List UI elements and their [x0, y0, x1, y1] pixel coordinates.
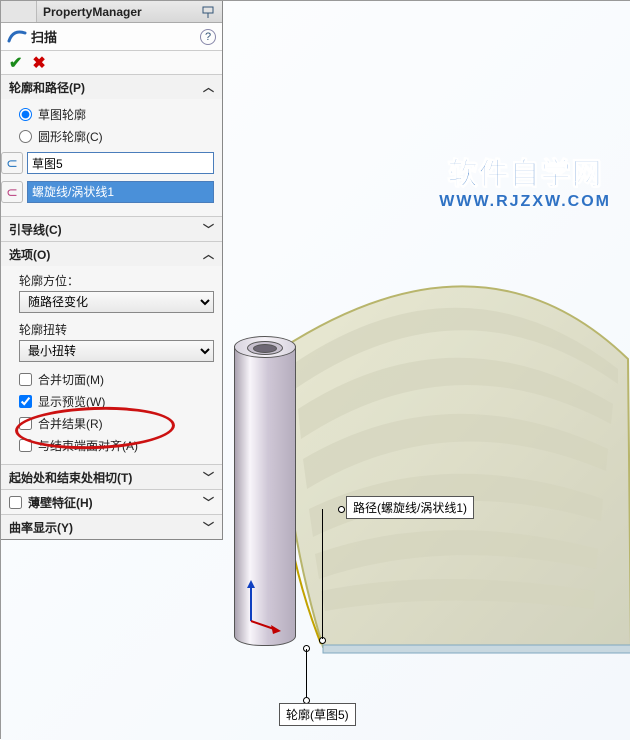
callout-path[interactable]: 路径(螺旋线/涡状线1) [346, 496, 474, 519]
callout-profile[interactable]: 轮廓(草图5) [279, 703, 356, 726]
section-title-profile-path: 轮廓和路径(P) [9, 79, 85, 96]
dropdown-twist[interactable]: 最小扭转 [19, 340, 214, 362]
section-title-start-end: 起始处和结束处相切(T) [9, 469, 132, 486]
check-merge-result[interactable]: 合并结果(R) [19, 412, 214, 434]
section-header-guide[interactable]: 引导线(C) ﹀ [1, 217, 222, 241]
profile-slot-icon[interactable]: ⊂ [1, 152, 23, 174]
label-orientation: 轮廓方位： [19, 272, 214, 289]
section-guide: 引导线(C) ﹀ [1, 217, 222, 242]
chevron-down-icon: ﹀ [203, 469, 214, 485]
check-show-preview-label: 显示预览(W) [38, 393, 105, 410]
section-options: 选项(O) ︿ 轮廓方位： 随路径变化 轮廓扭转 最小扭转 合并切面(M) 显示… [1, 242, 222, 465]
chevron-down-icon: ﹀ [203, 494, 214, 510]
radio-circle-profile[interactable]: 圆形轮廓(C) [19, 125, 214, 147]
chevron-up-icon: ︿ [203, 79, 214, 95]
chevron-down-icon: ﹀ [203, 519, 214, 535]
feature-header: 扫描 ? [1, 23, 222, 51]
section-header-start-end[interactable]: 起始处和结束处相切(T) ﹀ [1, 465, 222, 489]
label-twist: 轮廓扭转 [19, 321, 214, 338]
section-title-curvature: 曲率显示(Y) [9, 519, 73, 536]
check-align-end-input[interactable] [19, 439, 32, 452]
cancel-button[interactable]: ✖ [32, 53, 45, 73]
radio-sketch-profile[interactable]: 草图轮廓 [19, 103, 214, 125]
check-show-preview[interactable]: 显示预览(W) [19, 390, 214, 412]
radio-circle-profile-label: 圆形轮廓(C) [38, 128, 103, 145]
radio-circle-profile-input[interactable] [19, 130, 32, 143]
watermark-title: 软件自学网 [439, 149, 611, 193]
property-manager-panel: PropertyManager 扫描 ? ✔ ✖ 轮廓和路径(P) ︿ 草图轮廓… [1, 1, 223, 540]
check-merge-tangent-label: 合并切面(M) [38, 371, 104, 388]
dropdown-orientation[interactable]: 随路径变化 [19, 291, 214, 313]
section-title-options: 选项(O) [9, 246, 50, 263]
sweep-icon [7, 27, 27, 47]
path-field[interactable]: 螺旋线/涡状线1 [27, 181, 214, 203]
section-header-thin[interactable]: 薄壁特征(H) ﹀ [1, 490, 222, 514]
pm-header: PropertyManager [1, 1, 222, 23]
section-curvature: 曲率显示(Y) ﹀ [1, 515, 222, 539]
callout-leader-path [322, 509, 323, 639]
chevron-down-icon: ﹀ [203, 221, 214, 237]
path-slot-icon[interactable]: ⊂ [1, 181, 23, 203]
chevron-up-icon: ︿ [203, 246, 214, 262]
check-show-preview-input[interactable] [19, 395, 32, 408]
callout-handle-path [338, 506, 345, 513]
callout-leader-profile [306, 649, 307, 697]
check-merge-tangent-input[interactable] [19, 373, 32, 386]
section-header-options[interactable]: 选项(O) ︿ [1, 242, 222, 266]
section-title-guide: 引导线(C) [9, 221, 62, 238]
radio-sketch-profile-label: 草图轮廓 [38, 106, 86, 123]
check-align-end-label: 与结束端面对齐(A) [38, 437, 138, 454]
pushpin-icon[interactable] [198, 3, 218, 21]
check-merge-tangent[interactable]: 合并切面(M) [19, 368, 214, 390]
check-align-end[interactable]: 与结束端面对齐(A) [19, 434, 214, 456]
section-header-profile-path[interactable]: 轮廓和路径(P) ︿ [1, 75, 222, 99]
profile-field[interactable] [27, 152, 214, 174]
cylinder-hole [253, 344, 277, 353]
section-profile-path: 轮廓和路径(P) ︿ 草图轮廓 圆形轮廓(C) ⊂ ⊂ 螺旋线/涡状线1 [1, 75, 222, 217]
section-thin: 薄壁特征(H) ﹀ [1, 490, 222, 515]
pm-tab-spacer [1, 1, 37, 22]
help-icon[interactable]: ? [200, 29, 216, 45]
radio-sketch-profile-input[interactable] [19, 108, 32, 121]
watermark: 软件自学网 WWW.RJZXW.COM [439, 149, 611, 211]
ok-button[interactable]: ✔ [9, 53, 22, 73]
check-thin-feature-input[interactable] [9, 496, 22, 509]
feature-title: 扫描 [31, 27, 57, 46]
section-title-thin: 薄壁特征(H) [28, 494, 93, 511]
origin-triad-icon [243, 576, 283, 636]
check-merge-result-input[interactable] [19, 417, 32, 430]
section-start-end: 起始处和结束处相切(T) ﹀ [1, 465, 222, 490]
section-header-curvature[interactable]: 曲率显示(Y) ﹀ [1, 515, 222, 539]
confirm-row: ✔ ✖ [1, 51, 222, 75]
check-merge-result-label: 合并结果(R) [38, 415, 103, 432]
watermark-url: WWW.RJZXW.COM [439, 193, 611, 211]
pm-title: PropertyManager [37, 5, 198, 19]
